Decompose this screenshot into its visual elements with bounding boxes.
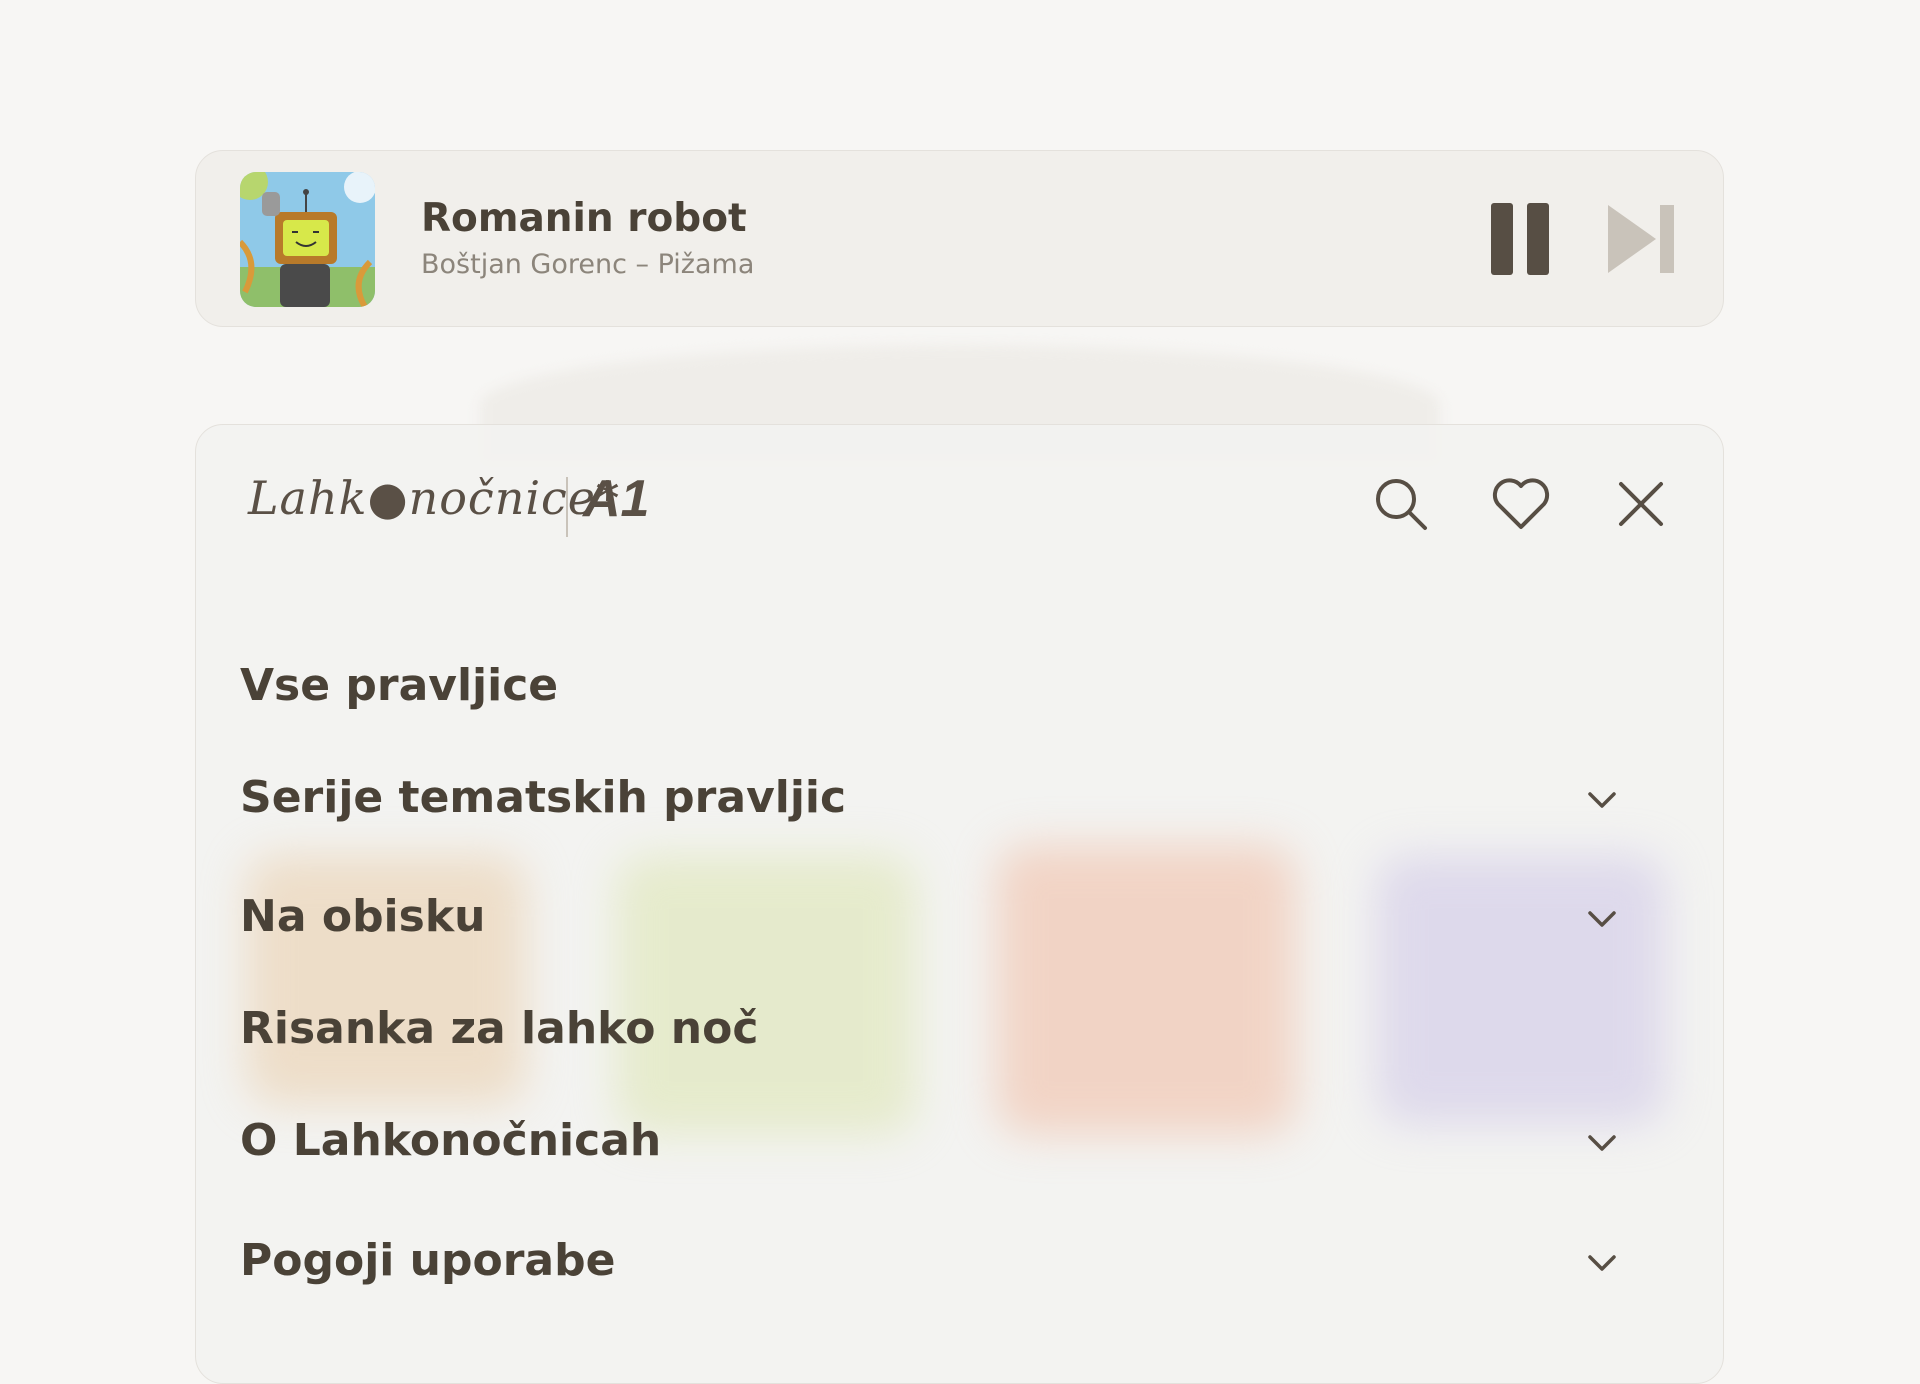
track-subtitle: Boštjan Gorenc – Pižama <box>421 249 755 280</box>
menu-item-label: Risanka za lahko noč <box>240 1003 759 1054</box>
menu-item-label: Vse pravljice <box>240 660 559 711</box>
search-button[interactable] <box>1366 469 1436 539</box>
skip-next-icon <box>1608 205 1674 273</box>
menu-item-label: Na obisku <box>240 891 486 942</box>
menu-item-label: Serije tematskih pravljic <box>240 772 847 823</box>
menu-item-visit[interactable]: Na obisku <box>240 873 1680 963</box>
pause-icon-bar <box>1527 203 1549 275</box>
menu-item-themed-series[interactable]: Serije tematskih pravljic <box>240 754 1680 844</box>
navigation-menu-panel: Lahk●nočnice* A1 Vse pravljice Serije te… <box>195 424 1724 1384</box>
robot-cover-icon <box>240 172 375 307</box>
logo-wordmark: Lahk●nočnice* <box>248 471 621 525</box>
track-title: Romanin robot <box>421 196 747 241</box>
chevron-down-icon <box>1588 1135 1616 1151</box>
heart-icon <box>1492 478 1550 529</box>
menu-item-all-stories[interactable]: Vse pravljice <box>240 642 1680 732</box>
chevron-down-icon <box>1588 911 1616 927</box>
menu-item-label: O Lahkonočnicah <box>240 1115 662 1166</box>
cover-art[interactable] <box>240 172 375 307</box>
pause-icon <box>1491 203 1513 275</box>
skip-next-button[interactable] <box>1606 203 1678 275</box>
close-button[interactable] <box>1606 469 1676 539</box>
favorites-button[interactable] <box>1486 469 1556 539</box>
logo-divider <box>566 477 568 537</box>
chevron-down-icon <box>1588 792 1616 808</box>
menu-item-label: Pogoji uporabe <box>240 1235 616 1286</box>
close-icon <box>1619 482 1663 526</box>
menu-item-cartoon[interactable]: Risanka za lahko noč <box>240 985 1680 1075</box>
chevron-down-icon <box>1588 1255 1616 1271</box>
pause-button[interactable] <box>1491 203 1549 275</box>
search-icon <box>1376 479 1427 530</box>
mini-player: Romanin robot Boštjan Gorenc – Pižama <box>195 150 1724 327</box>
logo[interactable]: Lahk●nočnice* A1 <box>248 467 650 547</box>
menu-item-terms[interactable]: Pogoji uporabe <box>240 1217 1680 1307</box>
menu-item-about[interactable]: O Lahkonočnicah <box>240 1097 1680 1187</box>
brand-logo: A1 <box>583 470 650 528</box>
